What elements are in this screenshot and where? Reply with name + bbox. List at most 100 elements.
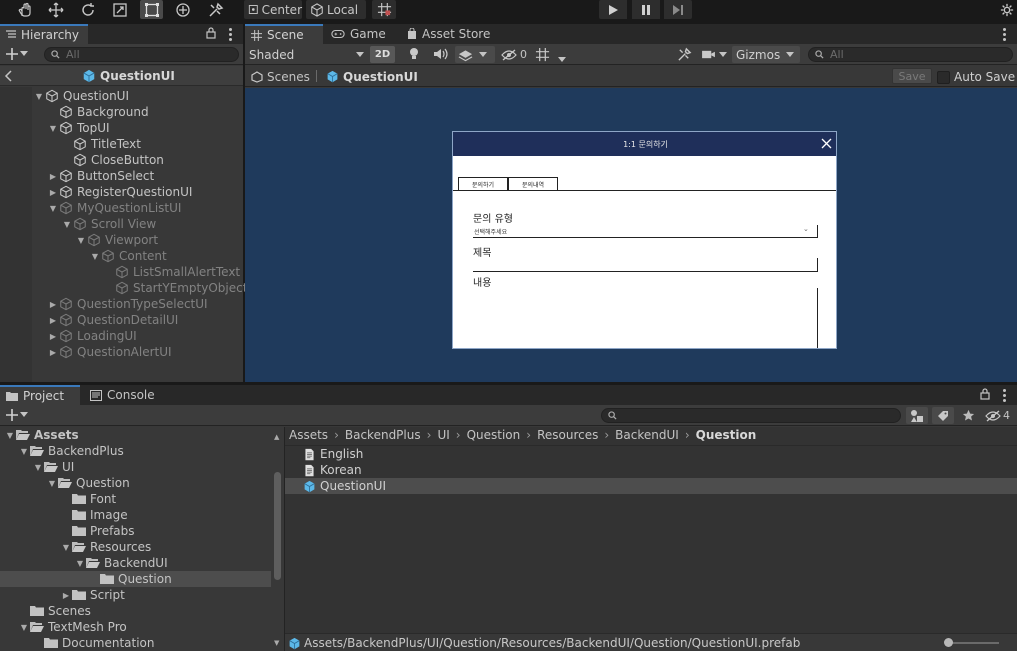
dialog-close-icon[interactable]: [821, 138, 833, 150]
expand-arrow-open-icon[interactable]: ▼: [18, 443, 30, 459]
tab-hierarchy[interactable]: Hierarchy: [0, 24, 88, 44]
hierarchy-item[interactable]: ▼ TopUI: [47, 120, 110, 136]
folder-tree-item[interactable]: ▼ Resources: [0, 539, 271, 555]
icon-size-slider[interactable]: [944, 638, 999, 647]
expand-arrow-open-icon[interactable]: ▼: [75, 232, 87, 248]
project-lock-icon[interactable]: [980, 388, 992, 402]
expand-arrow-closed-icon[interactable]: ▶: [47, 168, 59, 184]
gizmos-dropdown[interactable]: Gizmos: [732, 46, 800, 63]
folder-tree-item[interactable]: ▼ Assets: [0, 427, 271, 443]
hierarchy-item[interactable]: ▼ MyQuestionListUI: [47, 200, 182, 216]
hierarchy-item[interactable]: ListSmallAlertText: [103, 264, 240, 280]
tab-scene[interactable]: Scene: [245, 24, 323, 44]
folder-tree-item[interactable]: ▼ BackendUI: [0, 555, 271, 571]
rotate-tool-icon[interactable]: [77, 0, 99, 19]
expand-arrow-open-icon[interactable]: ▼: [32, 459, 44, 475]
tab-console[interactable]: Console: [84, 385, 164, 405]
pivot-center-toggle[interactable]: Center: [244, 0, 302, 19]
hierarchy-item[interactable]: ▶ RegisterQuestionUI: [47, 184, 192, 200]
auto-save-checkbox[interactable]: [937, 70, 950, 84]
folder-tree-item[interactable]: Prefabs: [0, 523, 271, 539]
2d-mode-toggle[interactable]: 2D: [370, 46, 395, 63]
folder-tree-item[interactable]: Font: [0, 491, 271, 507]
scroll-down-arrow-icon[interactable]: ▼: [274, 639, 279, 647]
pivot-local-toggle[interactable]: Local: [306, 0, 366, 19]
scene-more-menu-icon[interactable]: [999, 26, 1009, 42]
expand-arrow-open-icon[interactable]: ▼: [74, 555, 86, 571]
tree-scrollbar-thumb[interactable]: [274, 472, 281, 580]
rect-tool-icon[interactable]: [140, 0, 163, 19]
tree-scrollbar[interactable]: ▲ ▼: [271, 427, 284, 651]
tab-game[interactable]: Game: [325, 24, 399, 44]
hierarchy-item[interactable]: ▼ Viewport: [75, 232, 158, 248]
audio-toggle-icon[interactable]: [433, 47, 449, 61]
hierarchy-item[interactable]: ▶ QuestionTypeSelectUI: [47, 296, 208, 312]
folder-tree-item[interactable]: ▼ UI: [0, 459, 271, 475]
hierarchy-item[interactable]: StartYEmptyObject: [103, 280, 247, 296]
folder-tree-item[interactable]: ▼ TextMesh Pro: [0, 619, 271, 635]
folder-tree-item[interactable]: Question: [0, 571, 271, 587]
path-segment[interactable]: Assets: [289, 428, 328, 442]
grid-snap-button[interactable]: [372, 0, 396, 19]
expand-arrow-open-icon[interactable]: ▼: [47, 200, 59, 216]
project-more-menu-icon[interactable]: [999, 387, 1009, 403]
folder-tree-item[interactable]: ▼ BackendPlus: [0, 443, 271, 459]
auto-save-toggle[interactable]: Auto Save: [937, 69, 1015, 85]
create-dropdown[interactable]: [6, 46, 28, 62]
hierarchy-item[interactable]: ▶ QuestionDetailUI: [47, 312, 178, 328]
hierarchy-item[interactable]: CloseButton: [61, 152, 164, 168]
hierarchy-item[interactable]: ▼ Scroll View: [61, 216, 156, 232]
folder-tree-item[interactable]: ▼ Question: [0, 475, 271, 491]
folder-tree-item[interactable]: Scenes: [0, 603, 271, 619]
file-list-item[interactable]: Korean: [285, 462, 1017, 478]
dialog-tab-inquire[interactable]: 문의하기: [458, 177, 508, 191]
pause-button[interactable]: [632, 0, 660, 19]
favorites-star-icon[interactable]: [958, 407, 978, 424]
project-search-input[interactable]: [601, 408, 901, 423]
expand-arrow-closed-icon[interactable]: ▶: [47, 184, 59, 200]
icon-size-slider-thumb[interactable]: [944, 638, 953, 647]
scene-search-input[interactable]: All: [808, 47, 1013, 62]
custom-tool-icon[interactable]: [204, 0, 228, 19]
hierarchy-item[interactable]: ▼ Content: [89, 248, 167, 264]
dialog-tab-history[interactable]: 문의내역: [508, 177, 558, 191]
move-tool-icon[interactable]: [45, 0, 67, 19]
effects-dropdown[interactable]: [455, 46, 495, 63]
tools-icon[interactable]: [675, 46, 693, 63]
expand-arrow-closed-icon[interactable]: ▶: [47, 296, 59, 312]
subject-input[interactable]: [473, 258, 818, 272]
scene-visibility-toggle[interactable]: 0: [501, 46, 527, 63]
lighting-toggle-icon[interactable]: [408, 47, 422, 61]
hierarchy-item[interactable]: ▶ QuestionAlertUI: [47, 344, 172, 360]
settings-gear-button[interactable]: [997, 0, 1017, 19]
transform-tool-icon[interactable]: [172, 0, 194, 19]
hierarchy-item[interactable]: TitleText: [61, 136, 141, 152]
expand-arrow-open-icon[interactable]: ▼: [46, 475, 58, 491]
camera-dropdown[interactable]: [701, 46, 727, 63]
expand-arrow-open-icon[interactable]: ▼: [18, 619, 30, 635]
lock-icon[interactable]: [206, 27, 218, 41]
hand-tool-icon[interactable]: [14, 0, 36, 19]
step-button[interactable]: [664, 0, 692, 19]
scroll-up-arrow-icon[interactable]: ▲: [274, 433, 279, 441]
project-create-dropdown[interactable]: [6, 407, 28, 423]
grid-toggle-icon[interactable]: [535, 47, 551, 62]
search-by-type-button[interactable]: [906, 407, 928, 424]
hierarchy-search-input[interactable]: All: [44, 47, 239, 62]
path-segment[interactable]: UI: [437, 428, 449, 442]
folder-tree-item[interactable]: Image: [0, 507, 271, 523]
path-segment[interactable]: Resources: [537, 428, 598, 442]
path-segment[interactable]: Question: [467, 428, 521, 442]
folder-tree-item[interactable]: Documentation: [0, 635, 271, 651]
expand-arrow-open-icon[interactable]: ▼: [33, 88, 45, 104]
scale-tool-icon[interactable]: [109, 0, 131, 19]
save-button[interactable]: Save: [892, 68, 932, 84]
tab-asset-store[interactable]: Asset Store: [401, 24, 501, 44]
expand-arrow-closed-icon[interactable]: ▶: [60, 587, 72, 603]
search-by-label-button[interactable]: [932, 407, 954, 424]
back-arrow-icon[interactable]: [4, 69, 16, 83]
expand-arrow-open-icon[interactable]: ▼: [47, 120, 59, 136]
hierarchy-item[interactable]: ▼ QuestionUI: [33, 88, 129, 104]
play-button[interactable]: [599, 0, 627, 19]
expand-arrow-open-icon[interactable]: ▼: [61, 216, 73, 232]
